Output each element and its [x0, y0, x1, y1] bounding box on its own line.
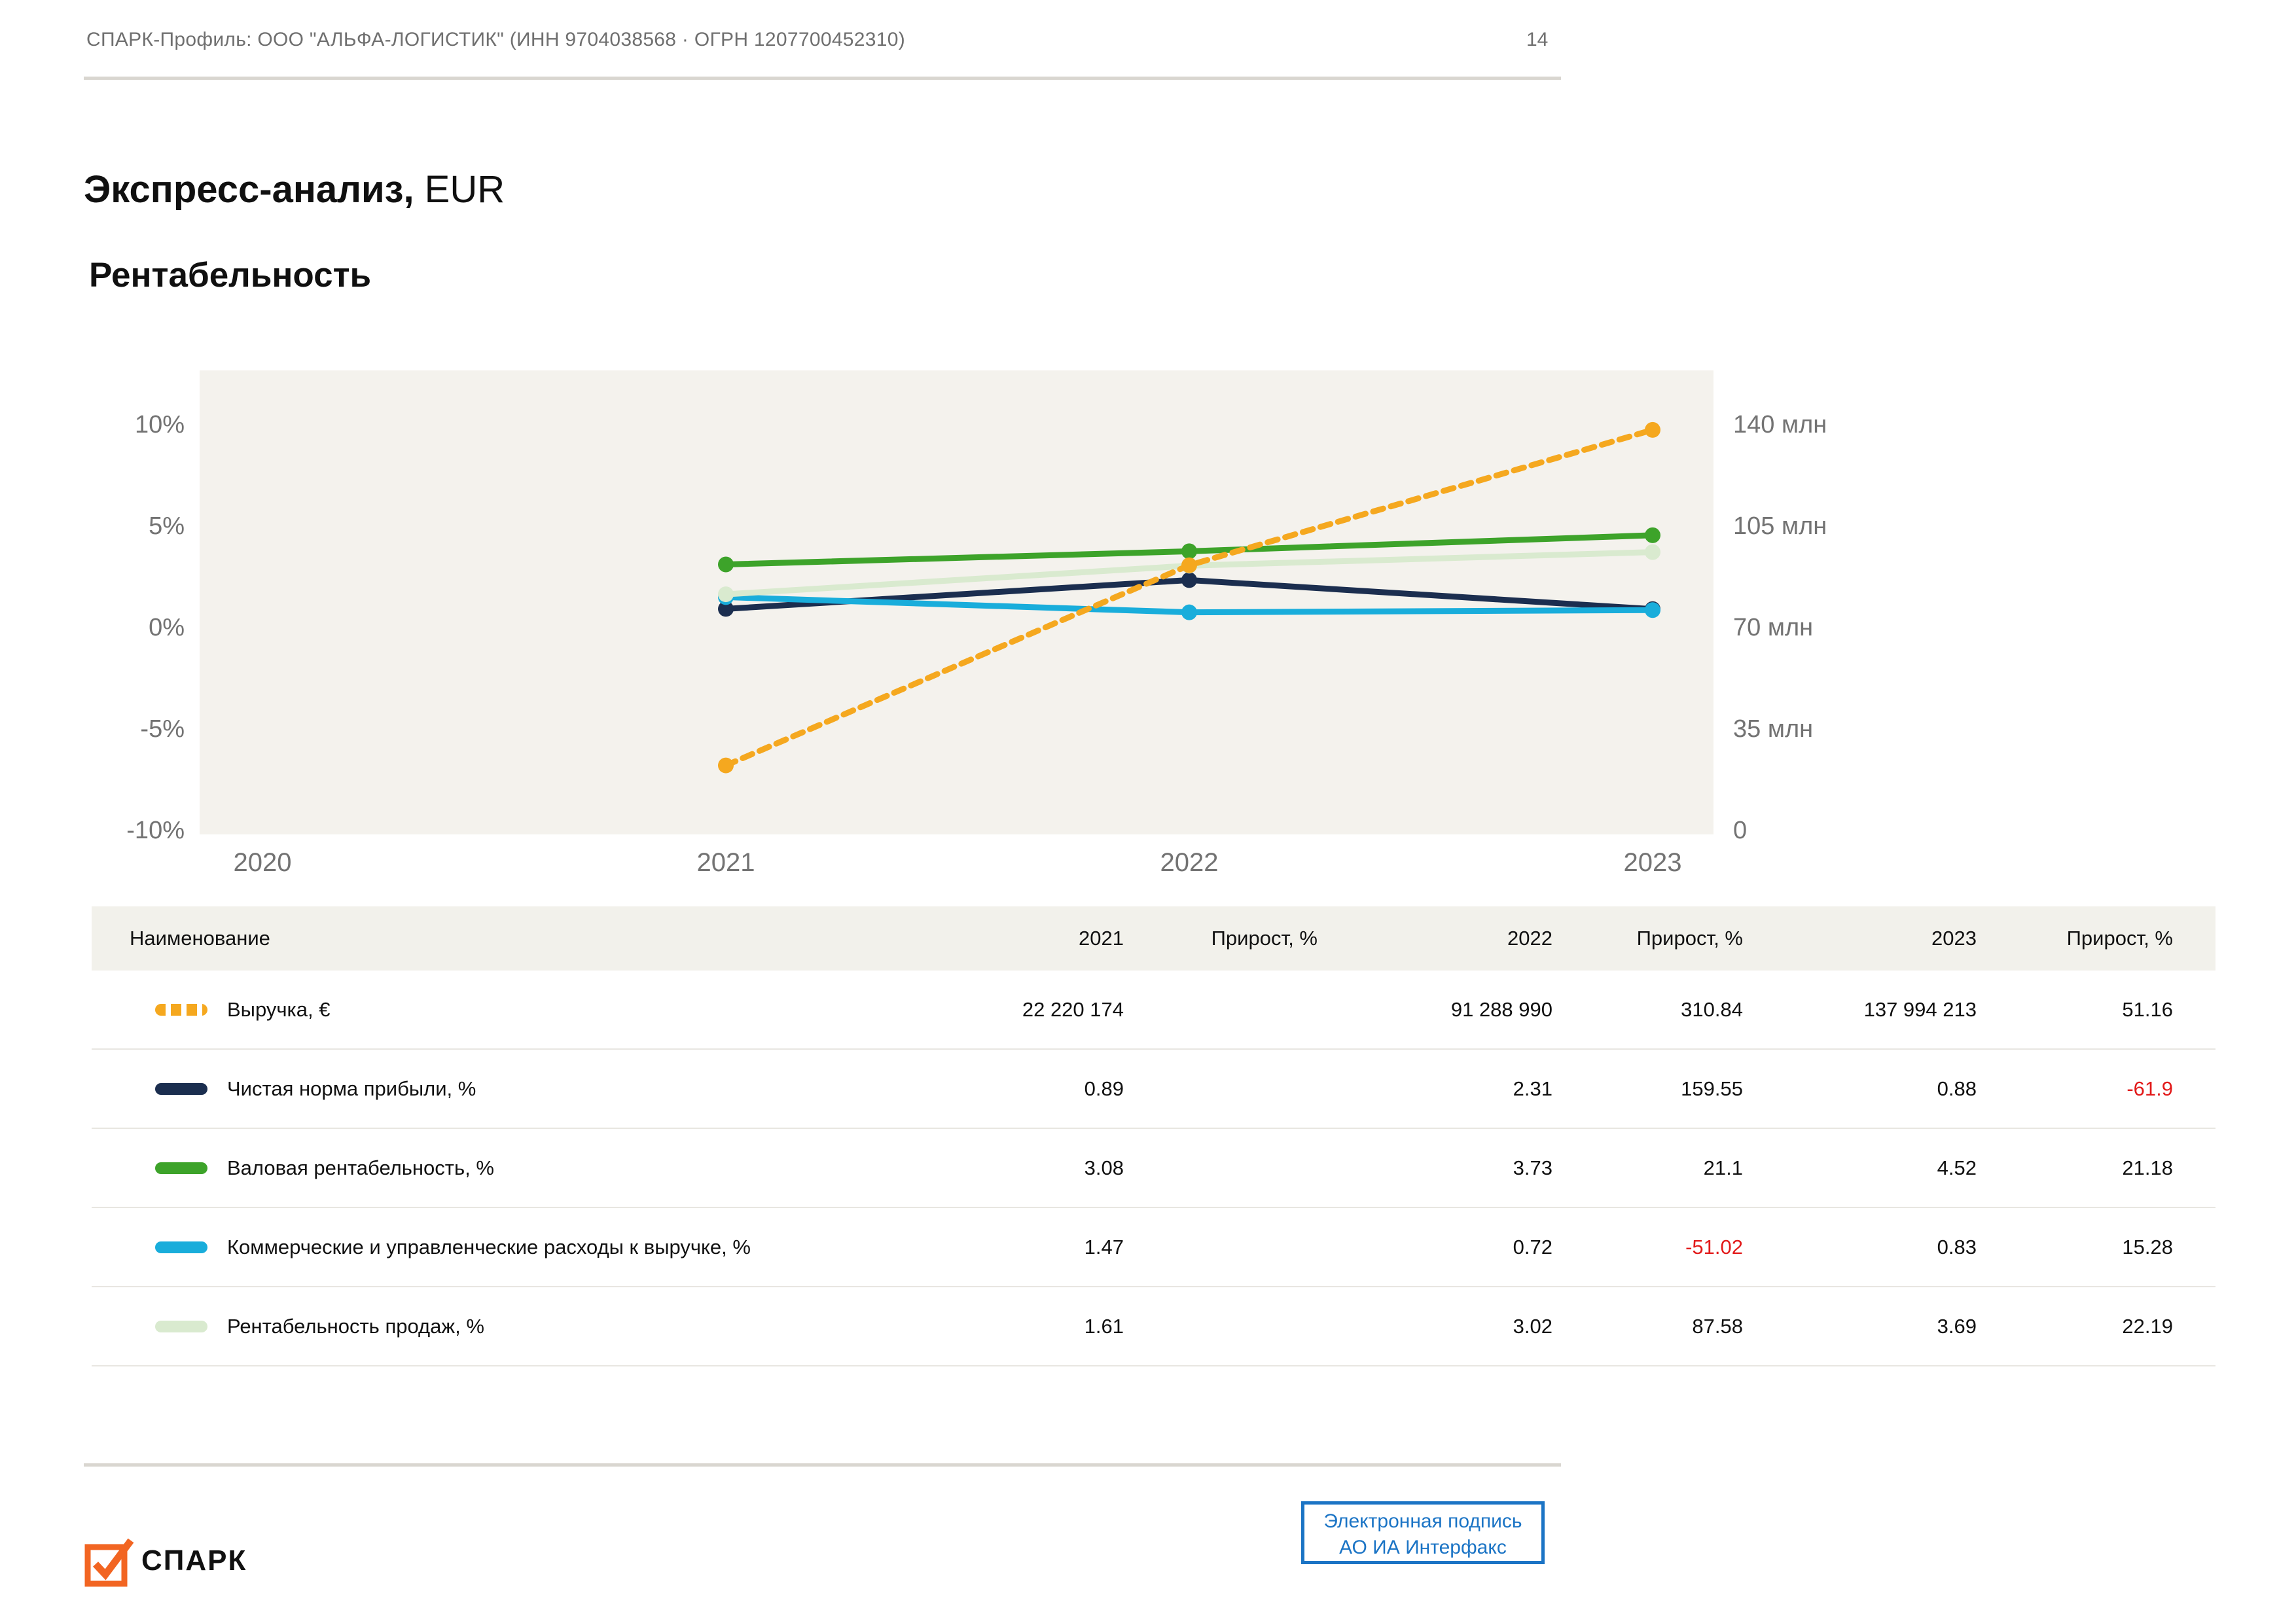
profitability-chart: 10% 140 млн 5% 105 млн 0% 70 млн -5% 35 млн -10%… — [126, 370, 1827, 877]
footer-divider — [84, 1463, 1561, 1467]
page-number: 14 — [1526, 29, 1549, 50]
column-header-2021: 2021 — [1079, 927, 1124, 950]
row-label: Рентабельность продаж, % — [227, 1314, 484, 1338]
page-title-suffix: EUR — [414, 168, 505, 211]
cell-value: 3.73 — [1513, 1156, 1552, 1179]
series-point — [1645, 544, 1660, 560]
cell-value: 3.02 — [1513, 1314, 1552, 1338]
right-axis-tick-label: 35 млн — [1733, 715, 1813, 743]
page-title-bold: Экспресс-анализ, — [84, 168, 414, 211]
left-axis-tick-label: 10% — [135, 411, 185, 438]
row-label: Коммерческие и управленческие расходы к … — [227, 1235, 751, 1258]
cell-value: 22 220 174 — [1022, 997, 1124, 1021]
signature-line-2: АО ИА Интерфакс — [1339, 1537, 1507, 1558]
spark-logo-text: СПАРК — [141, 1544, 247, 1577]
table-row: Рентабельность продаж, % 1.61 3.02 87.58 3.6… — [92, 1287, 2215, 1366]
section-title: Рентабельность — [89, 256, 372, 294]
metrics-table: Наименование 2021 Прирост, % 2022 Прирос… — [92, 906, 2215, 1366]
cell-value: -51.02 — [1685, 1235, 1743, 1258]
series-point — [1181, 604, 1197, 620]
table-body: Выручка, € 22 220 174 91 288 990 310.84 137 … — [92, 971, 2215, 1366]
right-axis-tick-label: 0 — [1733, 817, 1747, 844]
right-axis-tick-label: 140 млн — [1733, 411, 1827, 438]
cell-value: 3.08 — [1084, 1156, 1124, 1179]
report-page: СПАРК-Профиль: ООО "АЛЬФА-ЛОГИСТИК" (ИНН… — [0, 0, 2296, 1623]
cell-value: 3.69 — [1937, 1314, 1977, 1338]
table-row: Коммерческие и управленческие расходы к … — [92, 1208, 2215, 1287]
cell-value: 21.1 — [1703, 1156, 1743, 1179]
header-divider — [84, 77, 1561, 80]
x-axis-year-label: 2020 — [234, 848, 292, 877]
series-point — [1181, 543, 1197, 560]
cell-value: 22.19 — [2122, 1314, 2173, 1338]
cell-value: -61.9 — [2126, 1077, 2173, 1100]
column-header-growth1: Прирост, % — [1211, 927, 1318, 950]
legend-swatch-icon — [155, 1162, 207, 1174]
cell-value: 4.52 — [1937, 1156, 1977, 1179]
column-header-name: Наименование — [130, 927, 270, 950]
left-axis-tick-label: -5% — [140, 715, 185, 743]
cell-value: 0.89 — [1084, 1077, 1124, 1100]
row-label: Выручка, € — [227, 997, 331, 1021]
column-header-2022: 2022 — [1507, 927, 1552, 950]
signature-line-1: Электронная подпись — [1323, 1510, 1522, 1532]
right-axis-tick-label: 105 млн — [1733, 512, 1827, 540]
cell-value: 159.55 — [1681, 1077, 1743, 1100]
column-header-2023: 2023 — [1931, 927, 1977, 950]
series-point — [718, 757, 734, 774]
legend-swatch-icon — [155, 1320, 207, 1332]
series-point — [1181, 557, 1197, 573]
column-header-growth3: Прирост, % — [2066, 927, 2173, 950]
cell-value: 0.72 — [1513, 1235, 1552, 1258]
cell-value: 1.47 — [1084, 1235, 1124, 1258]
left-axis-tick-label: 5% — [149, 512, 185, 540]
page-title: Экспресс-анализ, EUR — [84, 168, 505, 211]
cell-value: 2.31 — [1513, 1077, 1552, 1100]
cell-value: 0.88 — [1937, 1077, 1977, 1100]
column-header-growth2: Прирост, % — [1636, 927, 1743, 950]
x-axis-year-label: 2021 — [697, 848, 755, 877]
left-axis-tick-label: -10% — [126, 817, 185, 844]
series-point — [1645, 527, 1660, 543]
cell-value: 137 994 213 — [1863, 997, 1977, 1021]
cell-value: 91 288 990 — [1450, 997, 1552, 1021]
legend-swatch-icon — [155, 1003, 207, 1016]
row-label: Чистая норма прибыли, % — [227, 1077, 476, 1100]
cell-value: 87.58 — [1692, 1314, 1743, 1338]
table-row: Валовая рентабельность, % 3.08 3.73 21.1 4.5… — [92, 1129, 2215, 1208]
cell-value: 1.61 — [1084, 1314, 1124, 1338]
table-row: Чистая норма прибыли, % 0.89 2.31 159.55 0.8… — [92, 1050, 2215, 1129]
cell-value: 51.16 — [2122, 997, 2173, 1021]
legend-swatch-icon — [155, 1082, 207, 1095]
table-row: Выручка, € 22 220 174 91 288 990 310.84 137 … — [92, 971, 2215, 1050]
left-axis-tick-label: 0% — [149, 614, 185, 641]
spark-logo-check-icon — [84, 1538, 134, 1587]
cell-value: 15.28 — [2122, 1235, 2173, 1258]
x-axis-year-label: 2022 — [1160, 848, 1219, 877]
cell-value: 21.18 — [2122, 1156, 2173, 1179]
series-point — [1645, 602, 1660, 618]
document-header-text: СПАРК-Профиль: ООО "АЛЬФА-ЛОГИСТИК" (ИНН… — [86, 29, 906, 50]
cell-value: 0.83 — [1937, 1235, 1977, 1258]
electronic-signature-button[interactable]: Электронная подпись АО ИА Интерфакс — [1301, 1501, 1545, 1564]
right-axis-tick-label: 70 млн — [1733, 614, 1813, 641]
series-point — [718, 586, 734, 603]
series-point — [1645, 421, 1660, 438]
cell-value: 310.84 — [1681, 997, 1743, 1021]
series-point — [718, 556, 734, 573]
series-point — [1181, 572, 1197, 588]
x-axis-year-label: 2023 — [1624, 848, 1682, 877]
row-label: Валовая рентабельность, % — [227, 1156, 494, 1179]
legend-swatch-icon — [155, 1241, 207, 1253]
table-header-row: Наименование 2021 Прирост, % 2022 Прирос… — [92, 906, 2215, 971]
